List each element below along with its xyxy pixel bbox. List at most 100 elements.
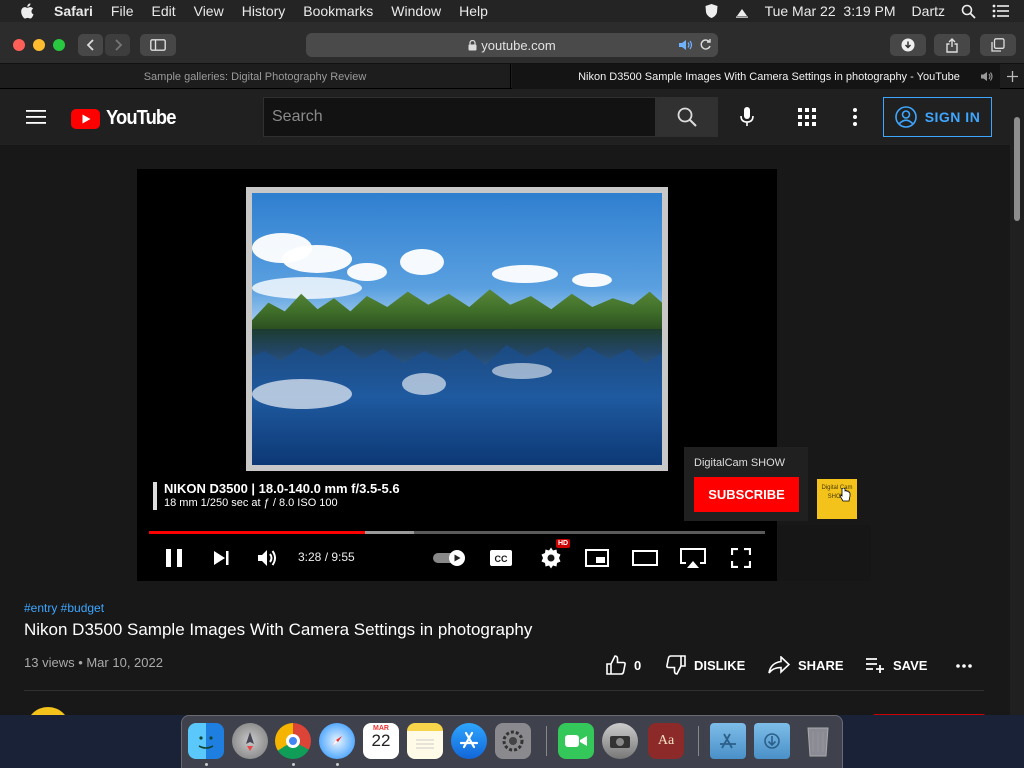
share-button[interactable] [934, 34, 970, 56]
volume-button[interactable] [255, 545, 281, 571]
subscribe-button[interactable]: SUBSCRIBE [694, 477, 799, 512]
youtube-logo-text: YouTube [106, 107, 176, 129]
menu-help[interactable]: Help [459, 3, 488, 19]
applications-folder-icon[interactable] [710, 723, 746, 759]
tab-audio-icon[interactable] [980, 71, 994, 82]
video-hashtags[interactable]: #entry #budget [24, 601, 104, 615]
menu-file[interactable]: File [111, 3, 134, 19]
clock[interactable]: Tue Mar 22 3:19 PM [765, 3, 896, 19]
tab-youtube[interactable]: Nikon D3500 Sample Images With Camera Se… [512, 64, 1000, 89]
dictionary-icon[interactable]: Aa [648, 723, 684, 759]
tab-dpreview[interactable]: Sample galleries: Digital Photography Re… [0, 64, 511, 89]
menu-bar: Safari File Edit View History Bookmarks … [0, 0, 1024, 22]
trash-icon[interactable] [800, 723, 836, 759]
more-actions-icon[interactable] [956, 664, 972, 668]
system-preferences-icon[interactable] [495, 723, 531, 759]
settings-button[interactable]: HD [536, 539, 571, 571]
miniplayer-button[interactable] [584, 545, 610, 571]
launchpad-icon[interactable] [232, 723, 268, 759]
finder-icon[interactable] [188, 723, 224, 759]
airplay-button[interactable] [679, 545, 707, 571]
zoom-window-button[interactable] [53, 39, 65, 51]
hamburger-menu-icon[interactable] [26, 109, 46, 125]
notes-icon[interactable] [407, 723, 443, 759]
spotlight-search-icon[interactable] [961, 4, 976, 19]
search-input[interactable] [263, 97, 656, 137]
sign-in-button[interactable]: SIGN IN [883, 97, 992, 137]
treeline-reflection [252, 329, 662, 365]
microphone-icon[interactable] [740, 107, 754, 127]
downloads-folder-icon[interactable] [754, 723, 790, 759]
channel-avatar[interactable] [26, 707, 70, 715]
tab-overview-button[interactable] [980, 34, 1016, 56]
hd-badge: HD [556, 539, 571, 548]
new-tab-button[interactable] [1000, 64, 1024, 89]
more-options-icon[interactable] [853, 108, 857, 126]
channel-watermark[interactable]: Digital Cam SHOW [817, 479, 857, 519]
share-button[interactable]: SHARE [768, 653, 844, 677]
account-icon [894, 106, 917, 128]
apple-icon[interactable] [20, 2, 36, 20]
forward-button[interactable] [105, 34, 130, 56]
tabs-icon [991, 38, 1005, 52]
sidebar-toggle-button[interactable] [140, 34, 176, 56]
fullscreen-button[interactable] [729, 545, 753, 571]
like-count: 0 [634, 657, 642, 673]
menu-view[interactable]: View [194, 3, 224, 19]
pause-button[interactable] [162, 545, 186, 571]
url-text: youtube.com [481, 37, 556, 53]
youtube-logo[interactable]: YouTube [71, 107, 179, 130]
chrome-icon[interactable] [275, 723, 311, 759]
captions-button[interactable]: CC [488, 545, 514, 571]
facetime-icon[interactable] [558, 723, 594, 759]
calendar-icon[interactable]: MAR 22 [363, 723, 399, 759]
played-bar [149, 531, 365, 534]
autoplay-toggle[interactable] [432, 545, 468, 571]
theater-mode-button[interactable] [632, 545, 658, 571]
tab-bar: Sample galleries: Digital Photography Re… [0, 64, 1024, 89]
control-center-icon[interactable] [992, 4, 1010, 18]
menu-history[interactable]: History [242, 3, 286, 19]
youtube-play-logo-icon [71, 108, 100, 129]
channel-subscribe-card: DigitalCam SHOW SUBSCRIBE [684, 447, 808, 521]
sidebar-icon [150, 39, 166, 51]
camera-model-text: NIKON D3500 | 18.0-140.0 mm f/3.5-5.6 [164, 481, 400, 496]
back-button[interactable] [78, 34, 103, 56]
close-window-button[interactable] [13, 39, 25, 51]
minimize-window-button[interactable] [33, 39, 45, 51]
dock: MAR 22 Aa [181, 715, 843, 768]
apps-grid-icon[interactable] [798, 108, 816, 126]
scrollbar-thumb[interactable] [1014, 117, 1020, 221]
hand-cursor-icon [839, 488, 851, 502]
reload-icon[interactable] [699, 38, 712, 51]
save-button[interactable]: SAVE [865, 653, 927, 677]
video-progress-bar[interactable] [149, 531, 765, 534]
airplay-icon [680, 548, 706, 568]
lock-icon [468, 39, 477, 50]
menu-bookmarks[interactable]: Bookmarks [303, 3, 373, 19]
video-title: Nikon D3500 Sample Images With Camera Se… [24, 620, 533, 639]
miniplayer-icon [585, 549, 609, 567]
menu-app-name[interactable]: Safari [54, 3, 93, 19]
dislike-button[interactable]: DISLIKE [666, 653, 745, 677]
menu-edit[interactable]: Edit [151, 3, 175, 19]
share-arrow-icon [768, 656, 790, 674]
screenshot-icon[interactable] [602, 723, 638, 759]
speaker-icon[interactable] [678, 39, 694, 51]
safari-toolbar: youtube.com [0, 22, 1024, 64]
search-button[interactable] [656, 97, 718, 137]
tab-title: Sample galleries: Digital Photography Re… [143, 70, 367, 83]
downloads-button[interactable] [890, 34, 926, 56]
address-bar[interactable]: youtube.com [306, 33, 718, 57]
autoplay-toggle-icon [433, 550, 465, 566]
menu-window[interactable]: Window [391, 3, 441, 19]
airplay-icon[interactable] [735, 4, 749, 18]
page-scrollbar[interactable] [1010, 89, 1024, 715]
next-video-button[interactable] [209, 545, 233, 571]
time-display: 3:28 / 9:55 [298, 550, 355, 564]
safari-icon[interactable] [319, 723, 355, 759]
user-name[interactable]: Dartz [912, 3, 945, 19]
shield-icon[interactable] [704, 3, 719, 19]
app-store-icon[interactable] [451, 723, 487, 759]
like-button[interactable]: 0 [606, 653, 641, 677]
